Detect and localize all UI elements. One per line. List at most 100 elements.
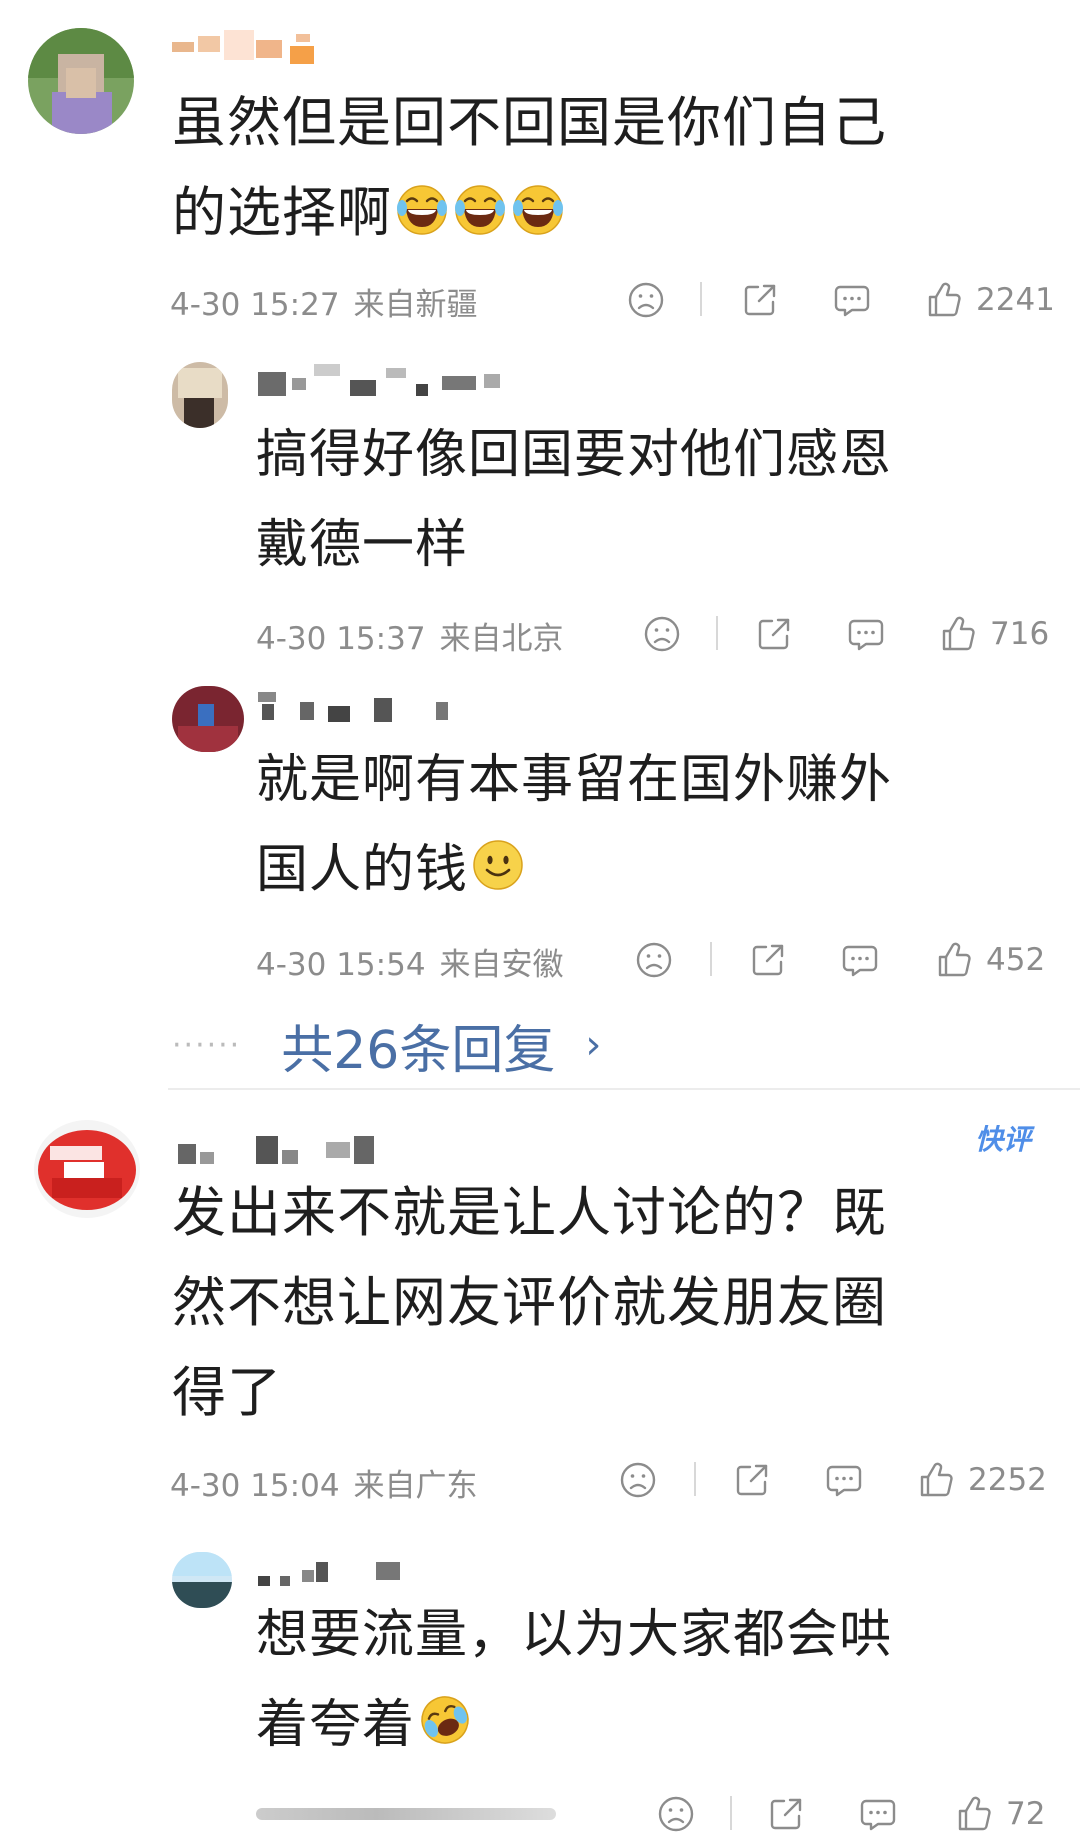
reply-button[interactable]: [858, 1790, 898, 1838]
reply-button[interactable]: [840, 936, 880, 984]
reply-line: 国人的钱: [256, 840, 469, 900]
like-button[interactable]: 716: [938, 610, 1049, 658]
avatar[interactable]: [172, 686, 244, 752]
thread-dots: ······: [172, 1027, 242, 1063]
avatar[interactable]: [172, 1552, 232, 1608]
chevron-right-icon: ›: [585, 1022, 602, 1068]
comment-actions: 2252: [618, 1456, 1058, 1504]
comment-line: 得了: [172, 1361, 282, 1424]
comment-bubble-icon: [858, 1794, 898, 1834]
smile-emoji: [470, 837, 526, 893]
share-box-icon: [732, 1460, 772, 1500]
comment-meta: 4-30 15:27 来自新疆: [170, 279, 478, 324]
like-button[interactable]: 452: [934, 936, 1045, 984]
share-box-icon: [754, 614, 794, 654]
quick-review-badge: 快评: [975, 1123, 1032, 1156]
username-redacted[interactable]: [178, 1130, 398, 1164]
view-more-replies-link[interactable]: ······ 共26条回复 ›: [172, 1010, 602, 1081]
reply-actions: 452: [630, 936, 1060, 984]
username-redacted[interactable]: [258, 1556, 418, 1590]
repost-button[interactable]: [732, 1456, 772, 1504]
reply-text: 就是啊有本事留在国外赚外 国人的钱: [256, 735, 892, 915]
thumbs-up-icon: [954, 1794, 994, 1834]
reply-text: 想要流量，以为大家都会哄 着夸着: [256, 1590, 892, 1770]
reply-button[interactable]: [824, 1456, 864, 1504]
thumbs-up-icon: [916, 1460, 956, 1500]
frown-face-icon: [626, 280, 666, 320]
dislike-button[interactable]: [634, 936, 674, 984]
share-box-icon: [740, 280, 780, 320]
frown-face-icon: [634, 940, 674, 980]
repost-button[interactable]: [740, 276, 780, 324]
like-count: 2252: [968, 1462, 1047, 1498]
like-count: 2241: [976, 282, 1055, 318]
like-count: 452: [986, 942, 1046, 978]
tears-of-joy-emoji: [394, 181, 450, 237]
comment-bubble-icon: [840, 940, 880, 980]
username-redacted[interactable]: [258, 688, 458, 722]
reply-actions: 72: [656, 1790, 1076, 1838]
like-button[interactable]: 2252: [916, 1456, 1047, 1504]
share-box-icon: [766, 1794, 806, 1834]
comment-bubble-icon: [832, 280, 872, 320]
like-button[interactable]: 72: [954, 1790, 1045, 1838]
comment-line: 然不想让网友评价就发朋友圈: [172, 1271, 887, 1334]
frown-face-icon: [618, 1460, 658, 1500]
comment-bubble-icon: [824, 1460, 864, 1500]
divider: [730, 1796, 732, 1830]
divider: [710, 942, 712, 976]
timestamp: 4-30 15:04: [170, 1468, 340, 1504]
share-box-icon: [748, 940, 788, 980]
timestamp: 4-30 15:54: [256, 947, 426, 983]
comment-line: 发出来不就是让人讨论的？既: [172, 1181, 887, 1244]
like-button[interactable]: 2241: [924, 276, 1055, 324]
comment-divider: [168, 1088, 1080, 1090]
dislike-button[interactable]: [656, 1790, 696, 1838]
repost-button[interactable]: [766, 1790, 806, 1838]
comment-line: 虽然但是回不回国是你们自己: [172, 91, 887, 154]
comment-bubble-icon: [846, 614, 886, 654]
reply-line: 想要流量，以为大家都会哄: [256, 1605, 893, 1665]
username-redacted[interactable]: [172, 30, 332, 64]
comment-actions: 2241: [620, 276, 1055, 324]
rolling-laugh-emoji: [417, 1692, 473, 1748]
thumbs-up-icon: [938, 614, 978, 654]
more-replies-label: 共26条回复: [281, 1020, 556, 1081]
comment-meta: 4-30 15:04 来自广东: [170, 1460, 478, 1505]
reply-button[interactable]: [846, 610, 886, 658]
timestamp: 4-30 15:37: [256, 621, 426, 657]
repost-button[interactable]: [754, 610, 794, 658]
location: 来自广东: [353, 1468, 478, 1504]
reply-actions: 716: [636, 610, 1056, 658]
like-count: 716: [990, 616, 1050, 652]
reply-text: 搞得好像回国要对他们感恩 戴德一样: [256, 410, 892, 590]
avatar[interactable]: [172, 362, 228, 428]
location: 来自北京: [439, 621, 564, 657]
frown-face-icon: [656, 1794, 696, 1834]
tears-of-joy-emoji: [510, 181, 566, 237]
dislike-button[interactable]: [626, 276, 666, 324]
divider: [694, 1462, 696, 1496]
location: 来自新疆: [353, 287, 478, 323]
frown-face-icon: [642, 614, 682, 654]
comment-text: 虽然但是回不回国是你们自己 的选择啊: [172, 78, 887, 258]
comment-line: 的选择啊: [172, 181, 392, 244]
reply-button[interactable]: [832, 276, 872, 324]
avatar[interactable]: [34, 1120, 140, 1218]
tears-of-joy-emoji: [452, 181, 508, 237]
like-count: 72: [1006, 1796, 1046, 1832]
username-redacted[interactable]: [258, 364, 538, 398]
comment-text: 发出来不就是让人讨论的？既 然不想让网友评价就发朋友圈 得了: [172, 1168, 887, 1438]
reply-meta: 4-30 15:54 来自安徽: [256, 939, 564, 984]
dislike-button[interactable]: [618, 1456, 658, 1504]
dislike-button[interactable]: [642, 610, 682, 658]
divider: [700, 282, 702, 316]
reply-line: 着夸着: [256, 1695, 416, 1755]
reply-line: 搞得好像回国要对他们感恩: [256, 425, 893, 485]
reply-line: 戴德一样: [256, 515, 469, 575]
repost-button[interactable]: [748, 936, 788, 984]
avatar[interactable]: [28, 28, 134, 134]
reply-meta: 4-30 15:37 来自北京: [256, 613, 564, 658]
thumbs-up-icon: [934, 940, 974, 980]
reply-line: 就是啊有本事留在国外赚外: [256, 750, 893, 810]
